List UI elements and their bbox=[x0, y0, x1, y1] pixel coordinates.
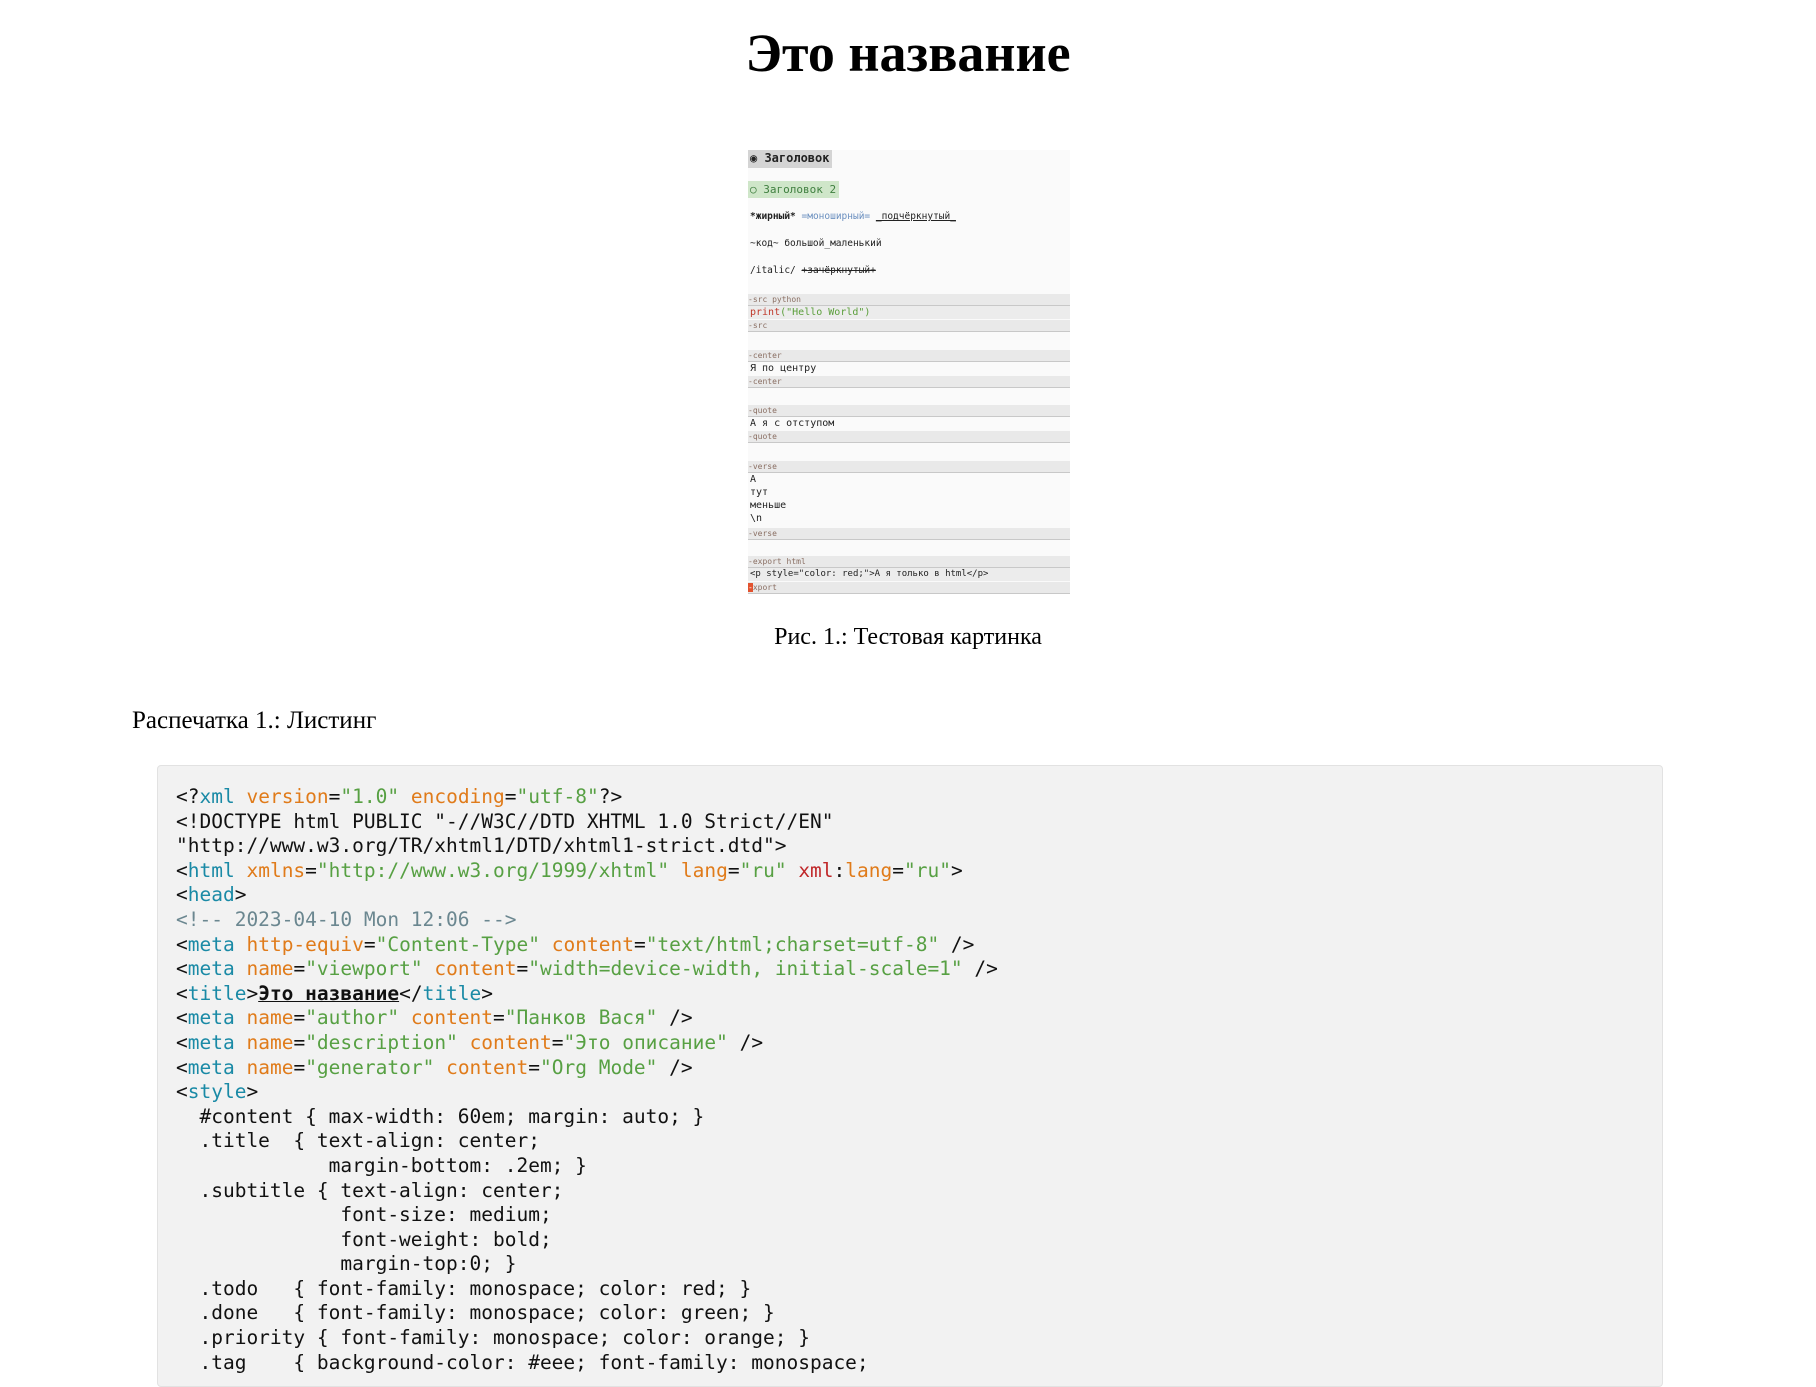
page-title: Это название bbox=[745, 23, 1071, 83]
org-quote-body: А я с отступом bbox=[750, 418, 835, 429]
org-heading-2: ○ Заголовок 2 bbox=[748, 181, 1070, 198]
org-verse-line: тут bbox=[750, 487, 769, 498]
org-center-body: Я по центру bbox=[750, 363, 817, 374]
org-verse-end: -verse bbox=[748, 528, 1070, 540]
content: Это название ◉ Заголовок ○ Заголовок 2 *… bbox=[0, 0, 1816, 1387]
org-center-end: -center bbox=[748, 376, 1070, 388]
org-src-end: -src bbox=[748, 320, 1070, 332]
org-export-body: <p style="color: red;">А я только в html… bbox=[748, 568, 1070, 581]
listing-caption: Распечатка 1.: Листинг bbox=[132, 707, 377, 734]
org-verse-line: А bbox=[750, 474, 757, 485]
code-text: <?xml version="1.0" encoding="utf-8"?> <… bbox=[176, 785, 998, 1374]
org-markup-line-1: *жирный* =моноширный= _подчёркнутый_ bbox=[750, 211, 956, 222]
org-center-begin: -center bbox=[748, 350, 1070, 362]
org-markup-line-3: /italic/ +зачёркнутый+ bbox=[750, 265, 876, 276]
org-export-begin: -export html bbox=[748, 556, 1070, 568]
org-src-begin: -src python bbox=[748, 294, 1070, 306]
org-quote-begin: -quote bbox=[748, 405, 1070, 417]
figure-image: ◉ Заголовок ○ Заголовок 2 *жирный* =моно… bbox=[748, 150, 1070, 594]
org-verse-line: \n bbox=[750, 513, 763, 524]
org-verse-begin: -verse bbox=[748, 461, 1070, 473]
org-heading-1: ◉ Заголовок bbox=[748, 150, 1070, 168]
org-verse-line: меньше bbox=[750, 500, 787, 511]
org-src-body: print("Hello World") bbox=[748, 306, 1070, 319]
code-listing: <?xml version="1.0" encoding="utf-8"?> <… bbox=[157, 765, 1663, 1387]
org-markup-line-2: ~код~ большой_маленький bbox=[750, 238, 882, 249]
org-export-end: -xport bbox=[748, 582, 1070, 594]
org-quote-end: -quote bbox=[748, 431, 1070, 443]
figure-caption: Рис. 1.: Тестовая картинка bbox=[774, 624, 1042, 650]
